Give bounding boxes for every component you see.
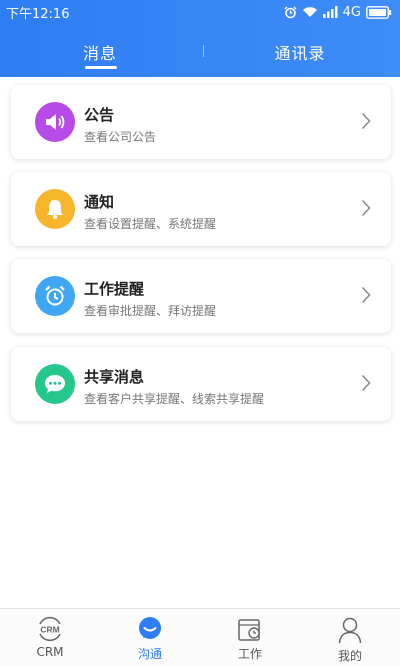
top-tabs: 消息 通讯录 — [0, 28, 400, 74]
card-notification[interactable]: 通知 查看设置提醒、系统提醒 — [11, 172, 391, 246]
card-title: 共享消息 — [84, 368, 145, 386]
card-title: 通知 — [84, 193, 115, 211]
alarm-icon — [284, 6, 297, 18]
crm-icon: CRM — [39, 616, 61, 642]
status-bar: 下午12:16 4G — [0, 0, 400, 24]
tab-messages[interactable]: 消息 — [0, 28, 200, 74]
wifi-icon — [302, 7, 317, 17]
card-shared-messages[interactable]: 共享消息 查看客户共享提醒、线索共享提醒 — [11, 347, 391, 421]
tabbar-item-chat[interactable]: 沟通 — [100, 609, 200, 666]
profile-icon — [338, 617, 362, 644]
tabbar-label: CRM — [36, 645, 64, 659]
tab-divider — [203, 45, 204, 57]
top-header: 下午12:16 4G 消息 通讯录 — [0, 0, 400, 77]
battery-icon — [366, 5, 392, 19]
tabbar-item-crm[interactable]: CRM CRM — [0, 609, 100, 666]
tabbar-label: 工作 — [237, 647, 262, 661]
status-time: 下午12:16 — [6, 6, 70, 22]
chevron-right-icon — [361, 374, 371, 392]
bell-icon — [35, 189, 75, 229]
card-title: 公告 — [84, 106, 115, 124]
card-announcement[interactable]: 公告 查看公司公告 — [11, 85, 391, 159]
chat-icon — [139, 617, 161, 639]
card-subtitle: 查看公司公告 — [84, 130, 157, 144]
tabbar-item-work[interactable]: 工作 — [200, 609, 300, 666]
tabbar-label: 沟通 — [137, 647, 162, 661]
tab-contacts-label: 通讯录 — [274, 44, 326, 63]
chevron-right-icon — [361, 199, 371, 217]
work-calendar-icon — [238, 619, 260, 641]
signal-icon — [322, 6, 338, 18]
card-work-reminder[interactable]: 工作提醒 查看审批提醒、拜访提醒 — [11, 259, 391, 333]
speaker-icon — [35, 102, 75, 142]
card-title: 工作提醒 — [84, 280, 145, 298]
card-subtitle: 查看客户共享提醒、线索共享提醒 — [84, 392, 265, 406]
chat-bubble-icon — [35, 364, 75, 404]
chevron-right-icon — [361, 112, 371, 130]
tab-messages-label: 消息 — [82, 44, 117, 63]
tabbar-item-me[interactable]: 我的 — [300, 609, 400, 666]
bottom-tab-bar: CRM CRM 沟通 工作 我的 — [0, 608, 400, 666]
status-icons: 4G — [284, 5, 392, 20]
network-type: 4G — [342, 4, 361, 20]
tab-contacts[interactable]: 通讯录 — [200, 28, 400, 74]
card-subtitle: 查看审批提醒、拜访提醒 — [84, 304, 217, 318]
chevron-right-icon — [361, 286, 371, 304]
svg-text:CRM: CRM — [40, 625, 59, 635]
alarm-clock-icon — [35, 276, 75, 316]
card-subtitle: 查看设置提醒、系统提醒 — [84, 217, 217, 231]
tabbar-label: 我的 — [337, 649, 362, 663]
